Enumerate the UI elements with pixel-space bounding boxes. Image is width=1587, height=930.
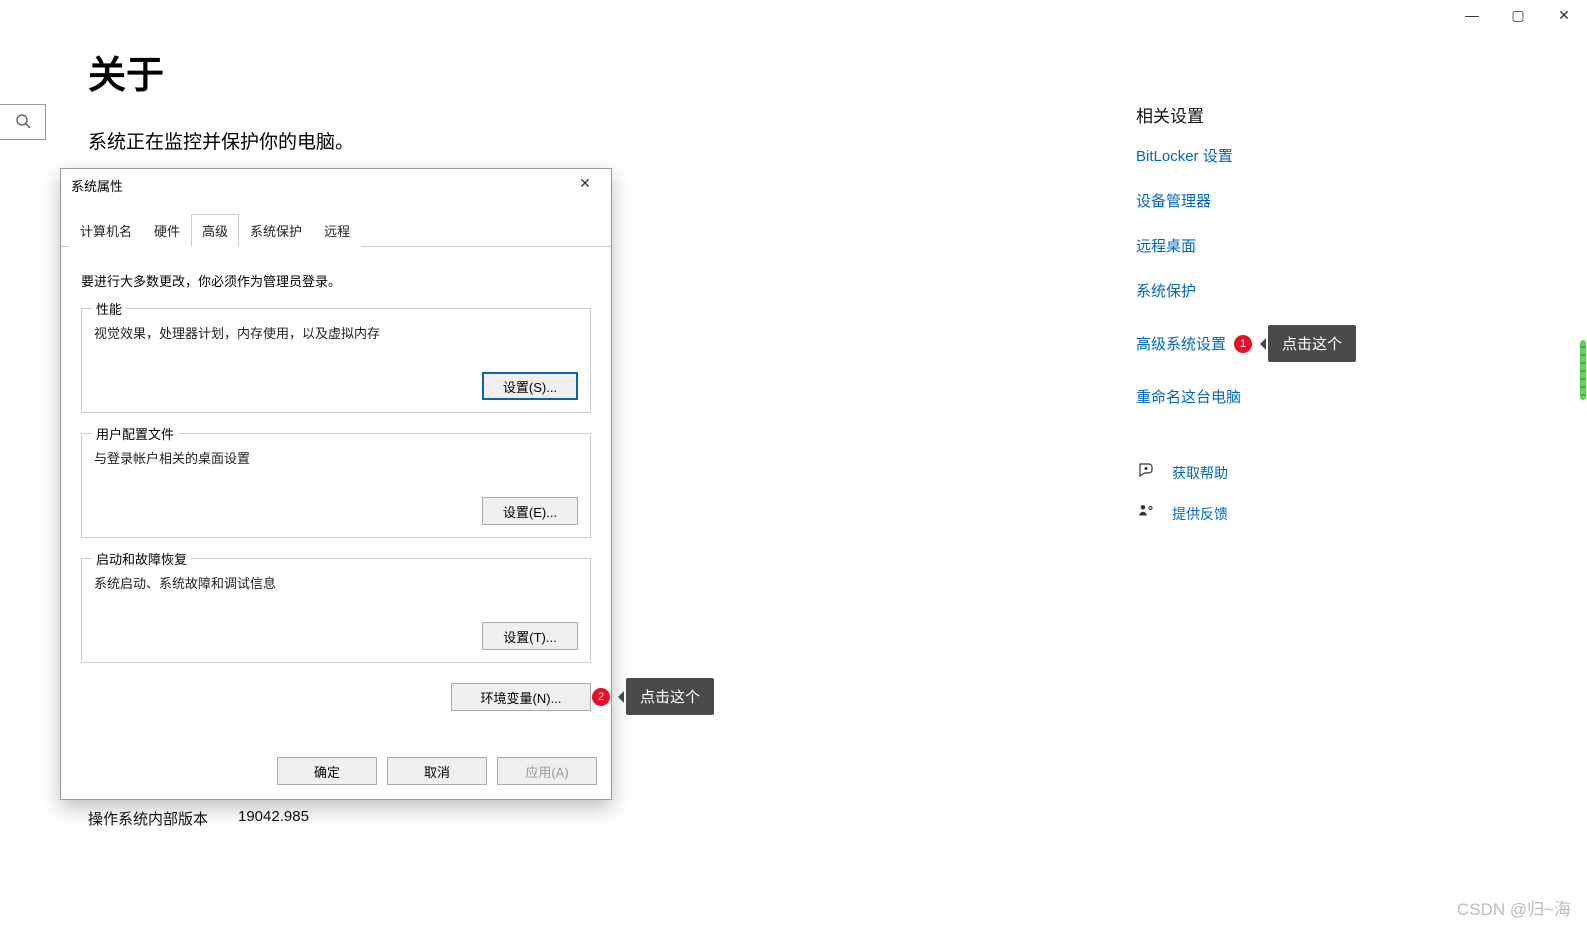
watermark: CSDN @归~海 — [1457, 895, 1571, 920]
user-profiles-settings-button[interactable]: 设置(E)... — [482, 497, 578, 525]
scroll-indicator[interactable] — [1580, 340, 1586, 400]
os-build-label: 操作系统内部版本 — [88, 808, 238, 829]
tab-advanced[interactable]: 高级 — [191, 214, 239, 247]
feedback-label: 提供反馈 — [1172, 504, 1228, 524]
link-rename-pc[interactable]: 重命名这台电脑 — [1136, 386, 1396, 407]
startup-recovery-settings-button[interactable]: 设置(T)... — [482, 622, 578, 650]
get-help-link[interactable]: 获取帮助 — [1136, 461, 1396, 484]
page-title: 关于 — [88, 44, 1088, 99]
performance-settings-button[interactable]: 设置(S)... — [482, 372, 578, 400]
search-box[interactable] — [0, 104, 46, 140]
cancel-button[interactable]: 取消 — [387, 757, 487, 785]
group-performance-desc: 视觉效果，处理器计划，内存使用，以及虚拟内存 — [94, 323, 578, 342]
maximize-button[interactable]: ▢ — [1495, 0, 1541, 30]
group-startup-recovery: 启动和故障恢复 系统启动、系统故障和调试信息 设置(T)... — [81, 558, 591, 663]
group-user-profiles: 用户配置文件 与登录帐户相关的桌面设置 设置(E)... — [81, 433, 591, 538]
os-build-value: 19042.985 — [238, 808, 309, 829]
link-remote-desktop[interactable]: 远程桌面 — [1136, 235, 1396, 256]
tab-hardware[interactable]: 硬件 — [143, 214, 191, 247]
environment-variables-button[interactable]: 环境变量(N)... — [451, 683, 591, 711]
link-device-manager[interactable]: 设备管理器 — [1136, 190, 1396, 211]
annotation-2-wrapper: 2 点击这个 — [584, 678, 714, 715]
tab-advanced-body: 要进行大多数更改，你必须作为管理员登录。 性能 视觉效果，处理器计划，内存使用，… — [61, 247, 611, 729]
dialog-title-text: 系统属性 — [71, 176, 123, 195]
window-controls: — ▢ ✕ — [1449, 0, 1587, 30]
os-build-row: 操作系统内部版本 19042.985 — [88, 808, 309, 829]
group-startup-recovery-legend: 启动和故障恢复 — [92, 549, 191, 568]
close-window-button[interactable]: ✕ — [1541, 0, 1587, 30]
link-system-protection[interactable]: 系统保护 — [1136, 280, 1396, 301]
tab-computer-name[interactable]: 计算机名 — [69, 214, 143, 247]
annotation-badge-2: 2 — [592, 688, 610, 706]
feedback-icon — [1136, 502, 1156, 525]
link-advanced-system-settings[interactable]: 高级系统设置 — [1136, 333, 1226, 354]
dialog-close-button[interactable]: ✕ — [569, 175, 601, 195]
related-settings: 相关设置 BitLocker 设置 设备管理器 远程桌面 系统保护 高级系统设置… — [1136, 102, 1396, 543]
system-properties-dialog: 系统属性 ✕ 计算机名 硬件 高级 系统保护 远程 要进行大多数更改，你必须作为… — [60, 168, 612, 800]
group-performance: 性能 视觉效果，处理器计划，内存使用，以及虚拟内存 设置(S)... — [81, 308, 591, 413]
tab-remote[interactable]: 远程 — [313, 214, 361, 247]
group-performance-legend: 性能 — [92, 299, 126, 318]
search-icon — [15, 113, 31, 132]
page-subtitle: 系统正在监控并保护你的电脑。 — [88, 127, 1088, 154]
group-user-profiles-legend: 用户配置文件 — [92, 424, 178, 443]
admin-note: 要进行大多数更改，你必须作为管理员登录。 — [81, 271, 591, 290]
ok-button[interactable]: 确定 — [277, 757, 377, 785]
link-bitlocker[interactable]: BitLocker 设置 — [1136, 145, 1396, 166]
group-user-profiles-desc: 与登录帐户相关的桌面设置 — [94, 448, 578, 467]
minimize-button[interactable]: — — [1449, 0, 1495, 30]
feedback-link[interactable]: 提供反馈 — [1136, 502, 1396, 525]
group-startup-recovery-desc: 系统启动、系统故障和调试信息 — [94, 573, 578, 592]
annotation-badge-1: 1 — [1234, 335, 1252, 353]
dialog-footer: 确定 取消 应用(A) — [277, 757, 597, 785]
apply-button[interactable]: 应用(A) — [497, 757, 597, 785]
related-heading: 相关设置 — [1136, 102, 1396, 127]
annotation-callout-1: 点击这个 — [1268, 325, 1356, 362]
help-icon — [1136, 461, 1156, 484]
get-help-label: 获取帮助 — [1172, 463, 1228, 483]
annotation-callout-2: 点击这个 — [626, 678, 714, 715]
dialog-tabs: 计算机名 硬件 高级 系统保护 远程 — [61, 213, 611, 247]
tab-system-protection[interactable]: 系统保护 — [239, 214, 313, 247]
